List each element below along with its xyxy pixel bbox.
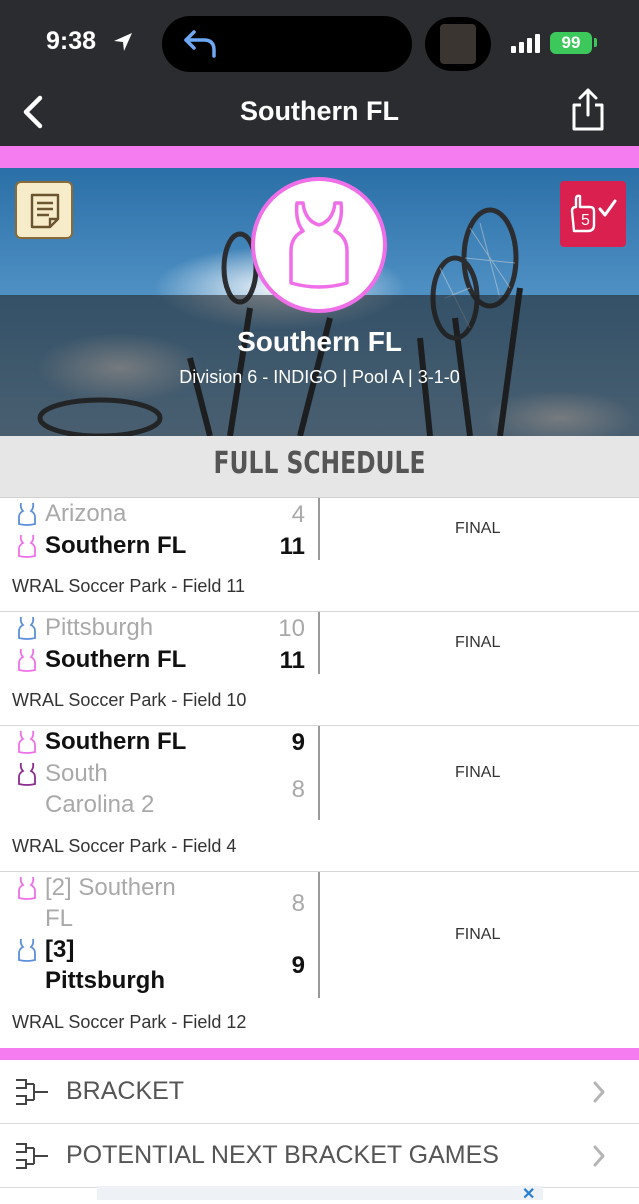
hand-vote-icon: 5 <box>570 194 617 233</box>
score-away: 11 <box>279 647 305 674</box>
score-divider <box>318 726 320 820</box>
nav-bar: Southern FL <box>0 78 639 146</box>
team-color-bar <box>0 1048 639 1060</box>
chevron-right-icon <box>593 1081 605 1103</box>
score-divider <box>318 498 320 560</box>
hero-shade <box>0 295 639 436</box>
ad-banner[interactable] <box>97 1186 543 1200</box>
potential-next-bracket-games-label: POTENTIAL NEXT BRACKET GAMES <box>66 1141 499 1169</box>
share-icon[interactable] <box>570 88 606 132</box>
team-name-away: Southern FL <box>45 646 187 673</box>
team-color-bar <box>0 146 639 168</box>
score-home: 9 <box>291 729 305 756</box>
team-name-home: Pittsburgh <box>45 614 154 641</box>
team-name-away-line2: Pittsburgh <box>45 967 165 994</box>
schedule-header: FULL SCHEDULE <box>0 436 639 498</box>
battery-tip <box>594 38 597 47</box>
score-divider <box>318 872 320 998</box>
score-away: 8 <box>291 776 305 803</box>
game-row[interactable]: Southern FL 9 South Carolina 2 8 FINAL W… <box>0 726 639 872</box>
jersey-icon <box>18 730 36 754</box>
team-division-record: Division 6 - INDIGO | Pool A | 3-1-0 <box>179 367 460 387</box>
page-title: Southern FL <box>240 96 399 126</box>
bracket-icon <box>16 1079 48 1105</box>
team-name-home: Southern FL <box>45 728 187 755</box>
notes-icon <box>30 193 60 229</box>
potential-next-bracket-games-link[interactable]: POTENTIAL NEXT BRACKET GAMES <box>0 1124 639 1188</box>
team-name-home-line2: FL <box>45 905 74 932</box>
notes-button[interactable] <box>15 181 73 239</box>
game-status: FINAL <box>455 520 501 537</box>
game-row[interactable]: [2] Southern FL 8 [3] Pittsburgh 9 FINAL… <box>0 872 639 1048</box>
score-away: 11 <box>279 533 305 560</box>
team-hero-banner: 5 Southern FL Division 6 - INDIGO | Pool… <box>0 168 639 436</box>
chevron-right-icon <box>593 1145 605 1167</box>
game-venue: WRAL Soccer Park - Field 4 <box>12 836 237 856</box>
jersey-icon <box>18 938 36 962</box>
close-ad-icon[interactable]: ✕ <box>522 1184 535 1204</box>
jersey-icon <box>289 201 349 289</box>
vote-button[interactable]: 5 <box>560 181 626 247</box>
score-home: 4 <box>291 501 305 528</box>
game-venue: WRAL Soccer Park - Field 10 <box>12 690 247 710</box>
team-name-away-line2: Carolina 2 <box>45 791 155 818</box>
game-status: FINAL <box>455 764 501 781</box>
team-name-home: Arizona <box>45 500 127 527</box>
status-bar: 9:38 99 <box>0 0 639 88</box>
game-status: FINAL <box>455 926 501 943</box>
jersey-icon <box>18 876 36 900</box>
battery-indicator: 99 <box>550 32 592 54</box>
location-arrow-icon <box>114 33 132 51</box>
jersey-icon <box>18 648 36 672</box>
score-home: 8 <box>291 890 305 917</box>
bracket-label: BRACKET <box>66 1077 185 1105</box>
team-name-home-line1: [2] Southern <box>45 874 176 901</box>
jersey-icon <box>18 534 36 558</box>
cellular-signal-icon <box>511 34 540 53</box>
game-row[interactable]: Pittsburgh 10 Southern FL 11 FINAL WRAL … <box>0 612 639 726</box>
team-name-away-line1: South <box>45 760 108 787</box>
game-venue: WRAL Soccer Park - Field 11 <box>12 576 246 596</box>
return-arrow-icon[interactable] <box>180 28 220 60</box>
bracket-link[interactable]: BRACKET <box>0 1060 639 1124</box>
jersey-icon <box>18 616 36 640</box>
album-art-icon <box>440 24 476 64</box>
bracket-icon <box>16 1143 48 1169</box>
game-row[interactable]: Arizona 4 Southern FL 11 FINAL WRAL Socc… <box>0 498 639 612</box>
jersey-icon <box>18 762 36 786</box>
team-logo <box>251 177 387 313</box>
score-home: 10 <box>278 615 305 642</box>
team-name-away-line1: [3] <box>45 936 75 963</box>
score-away: 9 <box>291 952 305 979</box>
status-time: 9:38 <box>46 27 97 55</box>
jersey-icon <box>18 502 36 526</box>
team-name: Southern FL <box>237 326 402 357</box>
schedule-title: FULL SCHEDULE <box>213 446 426 481</box>
svg-text:5: 5 <box>581 212 590 229</box>
game-status: FINAL <box>455 634 501 651</box>
game-venue: WRAL Soccer Park - Field 12 <box>12 1012 247 1032</box>
team-name-away: Southern FL <box>45 532 187 559</box>
score-divider <box>318 612 320 674</box>
